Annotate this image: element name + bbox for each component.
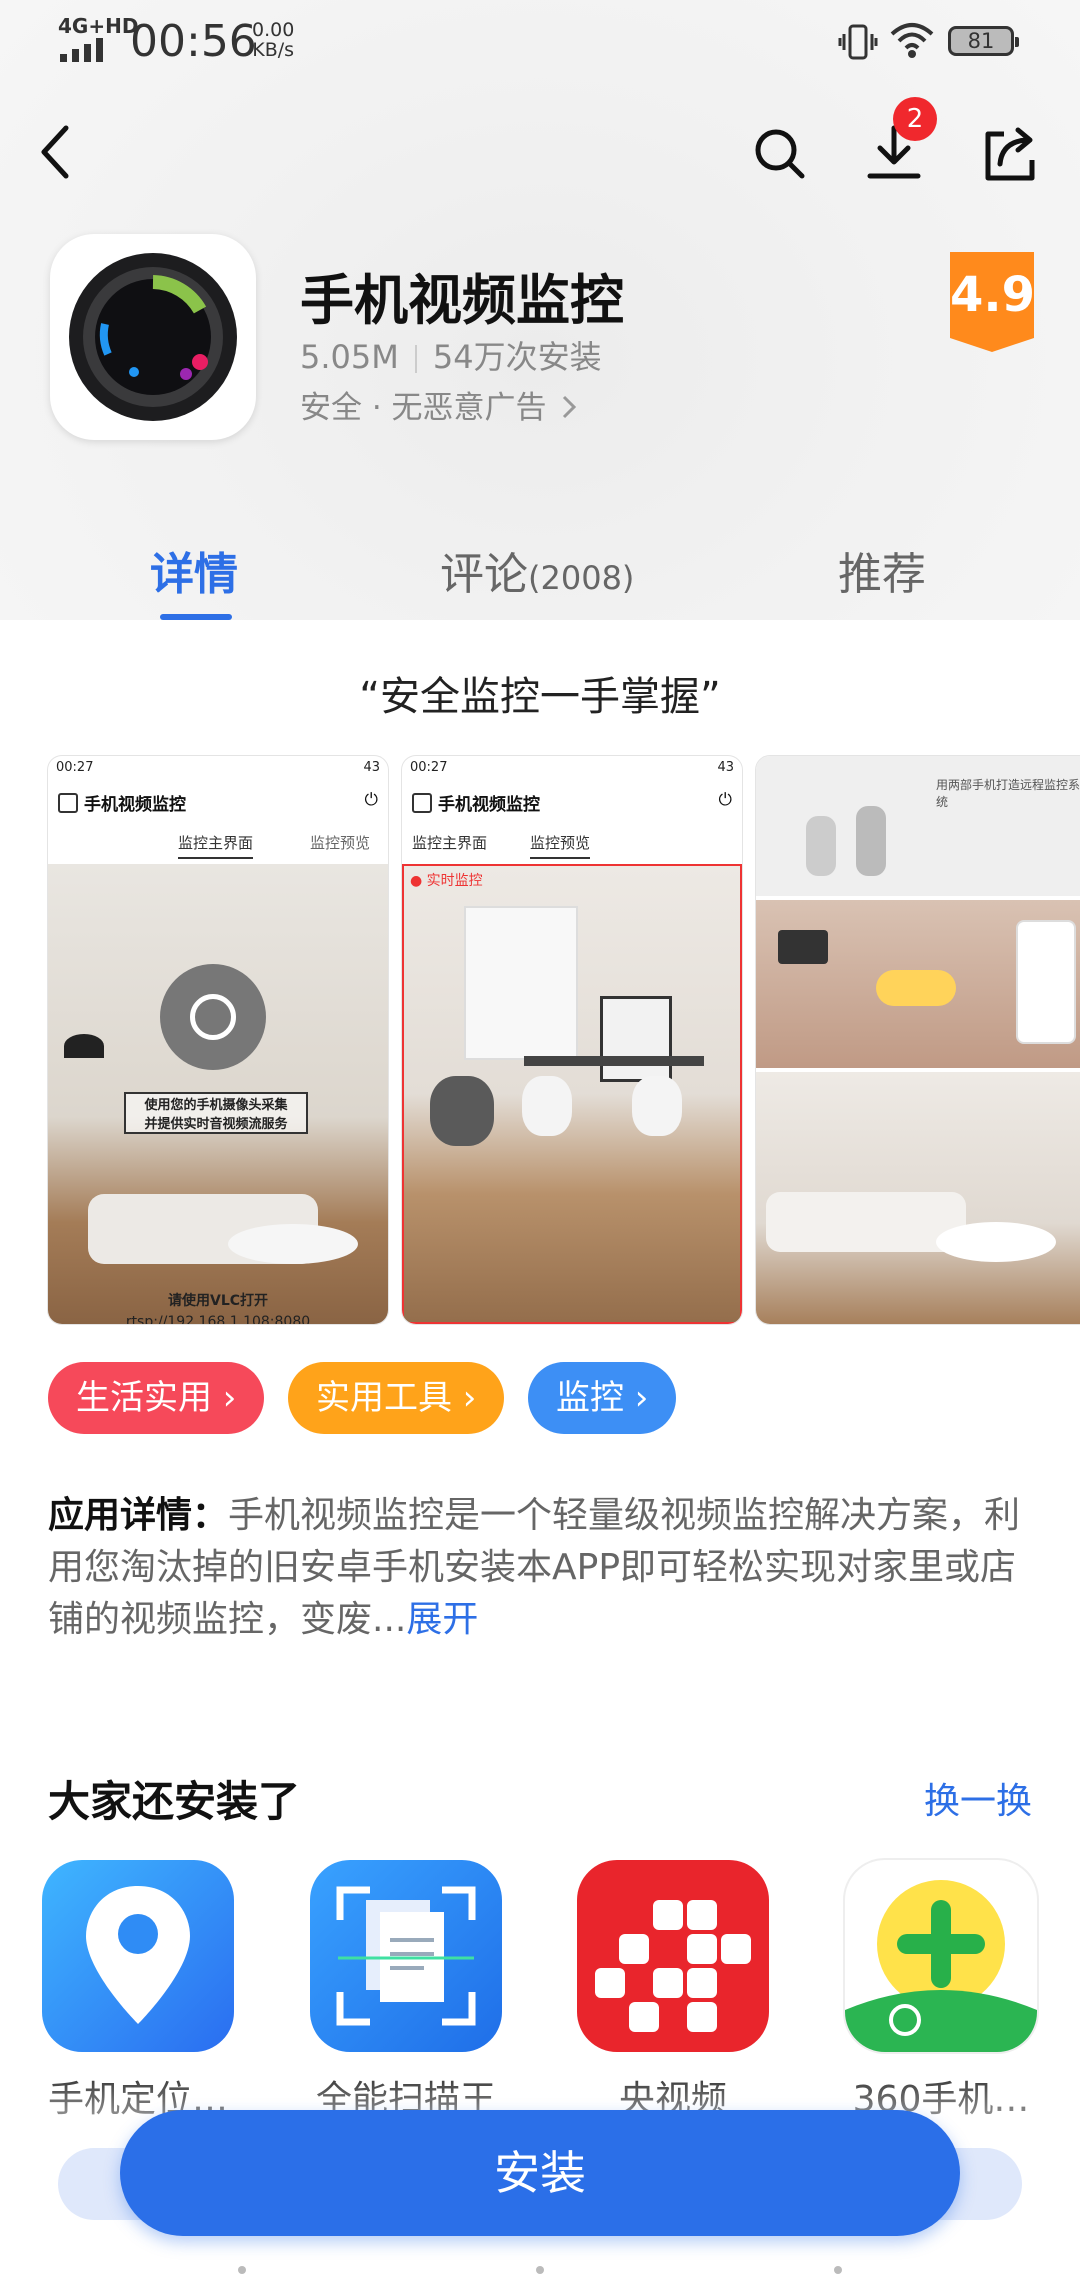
screenshot-tab-main: 监控主界面 — [412, 834, 488, 852]
tab-comments-label: 评论 — [440, 549, 528, 600]
vibrate-icon — [838, 24, 878, 60]
promo-title: 用两部手机打造远程监控系统 — [936, 778, 1080, 809]
power-icon: ⏻ — [718, 790, 732, 810]
screenshot-caption-line-1: 使用您的手机摄像头采集 — [144, 1098, 288, 1113]
safety-info[interactable]: 安全 · 无恶意广告 — [300, 382, 578, 427]
description-label: 应用详情： — [48, 1495, 229, 1536]
camera-icon — [412, 793, 432, 813]
install-count: 54万次安装 — [432, 338, 602, 376]
rec-app-3-icon[interactable] — [577, 1860, 769, 2052]
living-room-photo: 使用您的手机摄像头采集 并提供实时音视频流服务 请使用VLC打开 rtsp://… — [48, 864, 388, 1324]
screenshot-app-title: 手机视频监控 — [438, 795, 540, 815]
promo-photo-tripod — [756, 900, 1080, 1068]
camera-lens-icon — [69, 253, 237, 421]
screenshot-tabs: 监控主界面 监控预览 — [402, 824, 742, 864]
screenshot-status-bar: 00:27 43 — [48, 756, 388, 782]
refresh-recommendations-link[interactable]: 换一换 — [924, 1772, 1032, 1824]
tab-details-label: 详情 — [150, 549, 238, 600]
screenshot-title-bar: 手机视频监控 ⏻ — [48, 782, 388, 824]
chip-tools[interactable]: 实用工具 › — [288, 1362, 505, 1434]
safety-label: 安全 · 无恶意广告 — [300, 390, 547, 426]
screenshot-time: 00:27 — [410, 760, 448, 775]
screenshot-tabs: 监控主界面 监控预览 — [48, 824, 388, 864]
screenshot-caption: 使用您的手机摄像头采集 并提供实时音视频流服务 — [124, 1092, 308, 1134]
promo-photo-kids: 用两部手机打造远程监控系统 — [756, 756, 1080, 896]
slogan: “安全监控一手掌握” — [359, 674, 721, 720]
app-meta: 5.05M 54万次安装 — [300, 332, 602, 378]
wifi-icon — [890, 23, 934, 58]
camera-icon — [58, 793, 78, 813]
location-pin-icon — [86, 1886, 190, 2024]
signal-icon — [60, 38, 106, 62]
cctv-video-icon — [595, 1900, 751, 2032]
active-tab-indicator — [160, 614, 232, 620]
also-installed-title: 大家还安装了 — [48, 1777, 301, 1826]
nav-hint-dot — [834, 2266, 842, 2274]
screenshot-rtsp-url: rtsp://192.168.1.108:8080 — [125, 1314, 311, 1324]
network-speed-unit: KB/s — [252, 39, 295, 61]
chevron-right-icon — [563, 395, 577, 419]
screenshot-vlc-hint: 请使用VLC打开 — [167, 1293, 269, 1309]
screenshot-time: 00:27 — [56, 760, 94, 775]
screenshot-3[interactable]: 用两部手机打造远程监控系统 — [756, 756, 1080, 1324]
app-name: 手机视频监控 — [300, 269, 624, 332]
clock: 00:56 — [130, 16, 257, 67]
screenshot-tab-preview: 监控预览 — [310, 834, 371, 852]
expand-link[interactable]: 展开 — [406, 1599, 478, 1640]
tab-comments-count: (2008) — [528, 559, 635, 597]
app-size: 5.05M — [300, 338, 399, 376]
rec-app-4-icon[interactable] — [845, 1860, 1037, 2052]
chip-monitor[interactable]: 监控 › — [528, 1362, 677, 1434]
screenshot-caption-line-2: 并提供实时音视频流服务 — [144, 1117, 288, 1132]
live-preview-photo: ● 实时监控 — [402, 864, 742, 1324]
screenshot-tab-main: 监控主界面 — [178, 832, 254, 859]
screenshot-app-title: 手机视频监控 — [84, 795, 186, 815]
network-speed-value: 0.00 — [252, 19, 295, 41]
screenshot-2[interactable]: 00:27 43 手机视频监控 ⏻ 监控主界面 监控预览 ● 实时监控 — [402, 756, 742, 1324]
network-speed: 0.00 KB/s — [252, 20, 294, 60]
tab-comments[interactable]: 评论(2008) — [440, 538, 634, 602]
app-icon — [50, 234, 256, 440]
screenshot-battery: 43 — [363, 760, 380, 775]
back-icon[interactable] — [36, 122, 76, 182]
document-scan-icon — [336, 1886, 476, 2026]
rating-badge: 4.9 — [950, 252, 1035, 352]
install-button[interactable]: 安装 — [120, 2110, 960, 2236]
power-icon: ⏻ — [364, 790, 378, 810]
tab-recommend-label: 推荐 — [838, 549, 926, 600]
status-bar: 4G+HD 00:56 0.00 KB/s 81 — [0, 0, 1080, 90]
search-icon[interactable] — [752, 126, 808, 182]
360-plus-icon — [845, 1880, 1037, 2052]
share-icon[interactable] — [982, 124, 1038, 184]
screenshot-status-bar: 00:27 43 — [402, 756, 742, 782]
live-monitor-label: ● 实时监控 — [410, 873, 483, 889]
battery-indicator: 81 — [948, 26, 1019, 56]
screenshot-1[interactable]: 00:27 43 手机视频监控 ⏻ 监控主界面 监控预览 使用您的手机摄像头采集… — [48, 756, 388, 1324]
network-type: 4G+HD — [58, 14, 139, 38]
download-count-badge: 2 — [893, 97, 937, 141]
camera-placeholder-icon — [160, 964, 266, 1070]
tab-details[interactable]: 详情 — [150, 538, 238, 602]
tab-recommend[interactable]: 推荐 — [838, 538, 926, 602]
nav-hint-dot — [238, 2266, 246, 2274]
promo-photo-living-room — [756, 1072, 1080, 1324]
screenshot-tab-preview: 监控预览 — [530, 832, 591, 859]
rec-app-1-icon[interactable] — [42, 1860, 234, 2052]
app-description: 应用详情：手机视频监控是一个轻量级视频监控解决方案，利用您淘汰掉的旧安卓手机安装… — [48, 1490, 1032, 1646]
screenshot-title-bar: 手机视频监控 ⏻ — [402, 782, 742, 824]
nav-hint-dot — [536, 2266, 544, 2274]
rec-app-2-icon[interactable] — [310, 1860, 502, 2052]
screenshot-battery: 43 — [717, 760, 734, 775]
chip-life[interactable]: 生活实用 › — [48, 1362, 265, 1434]
